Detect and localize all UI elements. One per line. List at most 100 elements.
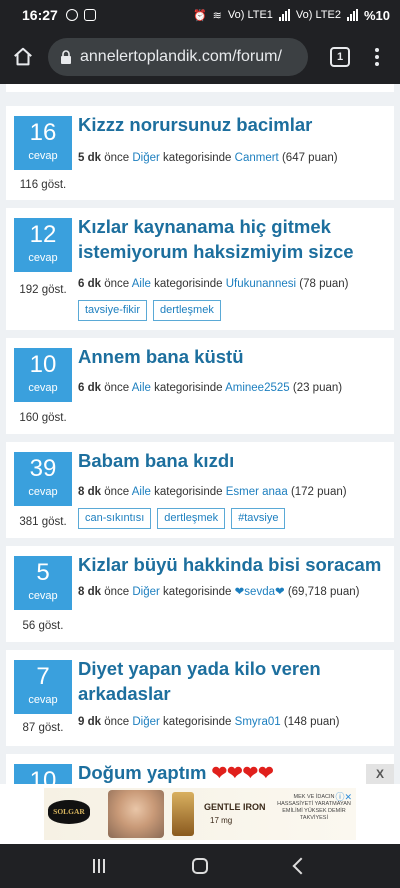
status-time: 16:27 (22, 7, 58, 23)
question-meta: 5 dk önce Diğer kategorisinde Canmert (6… (78, 152, 338, 164)
answer-count-box: 5 cevap (14, 556, 72, 610)
user-link[interactable]: Smyra01 (235, 716, 281, 728)
user-link[interactable]: Canmert (235, 152, 279, 164)
question-meta: 8 dk önce Aile kategorisinde Esmer anaa … (78, 486, 347, 498)
tag-chip[interactable]: #tavsiye (231, 508, 286, 529)
status-bar: 16:27 ⏰ ≋ Vo) LTE1 Vo) LTE2 %10 (0, 0, 400, 30)
question-card[interactable]: 5 cevap 56 göst. Kizlar büyü hakkinda bi… (6, 546, 394, 642)
lock-icon (61, 50, 71, 64)
signal-2-icon (346, 9, 358, 21)
tag-chip[interactable]: tavsiye-fikir (78, 300, 148, 321)
view-count: 160 göst. (19, 412, 67, 424)
back-button[interactable] (292, 857, 310, 875)
tag-list: tavsiye-fikir dertleşmek (78, 300, 221, 321)
view-count: 381 göst. (19, 516, 67, 528)
user-link[interactable]: ❤sevda❤ (235, 586, 285, 598)
view-count: 56 göst. (22, 620, 64, 632)
previous-card-tags (6, 84, 394, 92)
ad-product-dose: 17 mg (210, 816, 233, 825)
answer-label: cevap (28, 590, 58, 602)
tab-count: 1 (330, 47, 350, 67)
answer-label: cevap (28, 694, 58, 706)
tabs-button[interactable]: 1 (318, 47, 362, 67)
ad-product-name: GENTLE IRON (204, 802, 266, 812)
address-bar[interactable]: annelertoplandik.com/forum/ (48, 38, 308, 76)
ad-image (108, 790, 164, 838)
tag-chip[interactable]: dertleşmek (157, 508, 226, 529)
ad-info-icon[interactable]: ⓘ✕ (335, 790, 352, 803)
ad-product-image (172, 792, 194, 836)
answer-count: 16 (29, 119, 57, 146)
url-text: annelertoplandik.com/forum/ (80, 48, 282, 65)
ad-banner[interactable]: SOLGAR GENTLE IRON 17 mg MEK VE İDACIN H… (0, 784, 400, 844)
user-link[interactable]: Aminee2525 (225, 382, 290, 394)
question-title[interactable]: Kızlar kaynanama hiç gitmek istemiyorum … (78, 214, 386, 264)
view-count: 192 göst. (19, 284, 67, 296)
question-title[interactable]: Kizzz norursunuz bacimlar (78, 112, 386, 137)
answer-count: 5 (36, 559, 50, 586)
question-card[interactable]: 7 cevap 87 göst. Diyet yapan yada kilo v… (6, 650, 394, 746)
answer-count: 12 (29, 221, 57, 248)
question-card[interactable]: 16 cevap 116 göst. Kizzz norursunuz baci… (6, 106, 394, 200)
answer-label: cevap (28, 252, 58, 264)
view-count: 116 göst. (19, 179, 67, 191)
category-link[interactable]: Aile (132, 382, 151, 394)
nav-home-button[interactable] (191, 858, 208, 874)
browser-toolbar: annelertoplandik.com/forum/ 1 (0, 30, 400, 84)
question-title[interactable]: Babam bana kızdı (78, 448, 386, 473)
question-meta: 6 dk önce Aile kategorisinde Aminee2525 … (78, 382, 343, 394)
system-nav-bar (0, 844, 400, 888)
question-title[interactable]: Kizlar büyü hakkinda bisi soracam (78, 552, 386, 577)
tag-list: can-sıkıntısı dertleşmek #tavsiye (78, 508, 286, 529)
ad-close-button[interactable]: X (366, 764, 394, 784)
question-card[interactable]: 12 cevap 192 göst. Kızlar kaynanama hiç … (6, 208, 394, 330)
answer-count: 7 (36, 663, 50, 690)
answer-count-box: 39 cevap (14, 452, 72, 506)
question-title[interactable]: Doğum yaptım ❤❤❤❤ (78, 760, 386, 784)
answer-count-box: 7 cevap (14, 660, 72, 714)
category-link[interactable]: Diğer (132, 152, 159, 164)
answer-count: 10 (29, 351, 57, 378)
ad-creative[interactable]: SOLGAR GENTLE IRON 17 mg MEK VE İDACIN H… (44, 788, 356, 840)
tag-chip[interactable]: can-sıkıntısı (78, 508, 152, 529)
answer-count: 10 (29, 767, 57, 784)
signal-1-icon (278, 9, 290, 21)
answer-count-box: 12 cevap (14, 218, 72, 272)
network-1-label: Vo) LTE1 (227, 9, 273, 21)
question-list: 16 cevap 116 göst. Kizzz norursunuz baci… (0, 84, 400, 784)
question-title[interactable]: Diyet yapan yada kilo veren arkadaslar (78, 656, 386, 706)
view-count: 87 göst. (22, 722, 64, 734)
answer-label: cevap (28, 486, 58, 498)
answer-label: cevap (28, 150, 58, 162)
question-card[interactable]: 10 Doğum yaptım ❤❤❤❤ (6, 754, 394, 784)
home-icon (14, 47, 32, 66)
question-card[interactable]: 10 cevap 160 göst. Annem bana küstü 6 dk… (6, 338, 394, 434)
wifi-icon: ≋ (212, 9, 222, 22)
answer-count-box: 10 (14, 764, 72, 784)
tag-chip[interactable]: dertleşmek (153, 300, 221, 321)
home-button[interactable] (0, 34, 46, 80)
question-meta: 9 dk önce Diğer kategorisinde Smyra01 (1… (78, 716, 340, 728)
question-meta: 6 dk önce Aile kategorisinde Ufukunannes… (78, 278, 349, 290)
answer-count: 39 (29, 455, 57, 482)
network-2-label: Vo) LTE2 (295, 9, 341, 21)
question-card[interactable]: 39 cevap 381 göst. Babam bana kızdı 8 dk… (6, 442, 394, 538)
ad-brand-logo: SOLGAR (48, 800, 90, 824)
recent-apps-button[interactable] (93, 859, 106, 873)
sync-icon (65, 9, 78, 21)
question-title[interactable]: Annem bana küstü (78, 344, 386, 369)
category-link[interactable]: Diğer (132, 716, 159, 728)
answer-count-box: 10 cevap (14, 348, 72, 402)
user-link[interactable]: Ufukunannesi (226, 278, 296, 290)
more-menu-button[interactable] (362, 48, 392, 66)
category-link[interactable]: Aile (132, 486, 151, 498)
answer-count-box: 16 cevap (14, 116, 72, 170)
user-link[interactable]: Esmer anaa (226, 486, 288, 498)
alarm-icon: ⏰ (192, 9, 207, 22)
answer-label: cevap (28, 382, 58, 394)
gallery-icon (83, 9, 96, 21)
battery-label: %10 (363, 7, 390, 23)
category-link[interactable]: Diğer (132, 586, 159, 598)
question-meta: 8 dk önce Diğer kategorisinde ❤sevda❤ (6… (78, 586, 360, 598)
category-link[interactable]: Aile (132, 278, 151, 290)
